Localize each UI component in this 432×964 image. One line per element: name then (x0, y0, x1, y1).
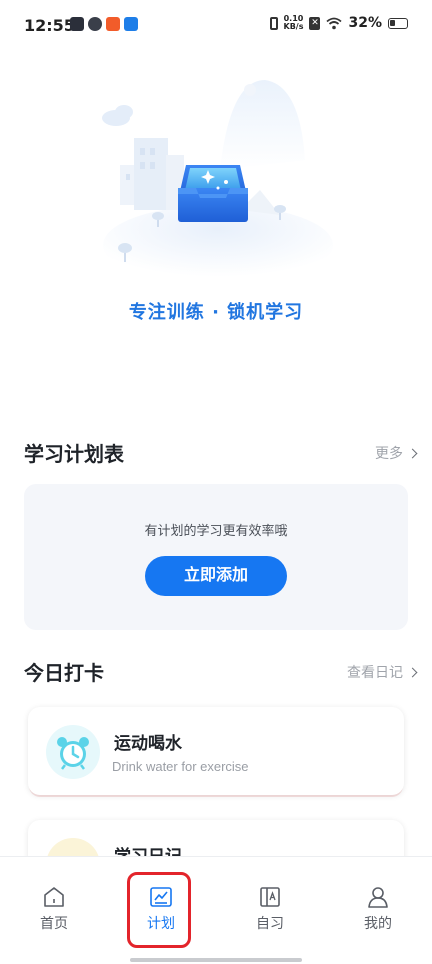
study-plan-more-link[interactable]: 更多 (375, 443, 418, 463)
chevron-right-icon (407, 667, 418, 677)
status-right: 0.10 KB/s ✕ 32% (269, 15, 408, 31)
sim-off-icon: ✕ (309, 16, 321, 30)
wifi-icon (326, 17, 343, 29)
study-plan-title: 学习计划表 (24, 442, 124, 466)
tab-self-study[interactable]: 自习 (240, 885, 300, 933)
person-icon (368, 887, 388, 908)
net-speed-unit: KB/s (283, 22, 304, 31)
book-icon (260, 887, 280, 907)
app-notification-icon (106, 17, 120, 31)
tab-label: 首页 (40, 916, 68, 932)
checkin-card-exercise[interactable]: 运动喝水 Drink water for exercise (28, 707, 404, 795)
battery-icon (388, 17, 408, 29)
add-plan-button[interactable]: 立即添加 (145, 556, 287, 596)
checkin-name: 运动喝水 (114, 734, 182, 754)
tab-label: 自习 (256, 916, 284, 932)
focus-training-title[interactable]: 专注训练 · 锁机学习 (0, 298, 432, 324)
app-notification-icon (88, 17, 102, 31)
focus-illustration (102, 80, 333, 280)
app-notification-icon (124, 17, 138, 31)
notification-icons (70, 17, 138, 31)
checkin-title: 今日打卡 (24, 661, 104, 685)
tab-label: 我的 (364, 916, 392, 932)
network-speed: 0.10 KB/s (284, 15, 304, 31)
view-diary-label: 查看日记 (347, 665, 403, 681)
more-label: 更多 (375, 446, 403, 462)
alarm-clock-icon (46, 725, 100, 779)
status-time: 12:55 (24, 16, 75, 35)
home-indicator[interactable] (130, 958, 302, 962)
status-bar: 12:55 0.10 KB/s ✕ 32% (0, 0, 432, 52)
tab-home[interactable]: 首页 (24, 885, 84, 933)
vibrate-icon (269, 16, 278, 30)
view-diary-link[interactable]: 查看日记 (347, 662, 418, 682)
home-icon (44, 887, 64, 907)
bottom-tab-bar: 首页 计划 自习 我的 (0, 856, 432, 964)
app-notification-icon (70, 17, 84, 31)
study-plan-hint: 有计划的学习更有效率哦 (144, 524, 288, 539)
chevron-right-icon (407, 448, 418, 458)
checkin-subtitle: Drink water for exercise (112, 759, 249, 774)
battery-percent: 32% (348, 15, 382, 31)
tab-profile[interactable]: 我的 (348, 885, 408, 933)
active-tab-highlight (127, 872, 191, 948)
inbox-tray-icon (178, 165, 248, 222)
study-plan-card: 有计划的学习更有效率哦 立即添加 (24, 484, 408, 630)
